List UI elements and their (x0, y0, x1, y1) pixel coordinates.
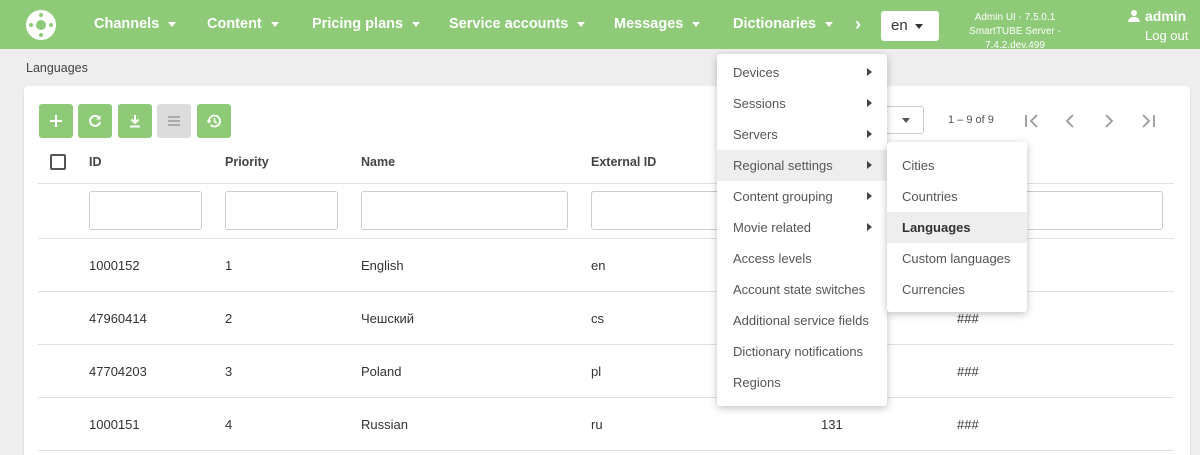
add-button[interactable] (39, 104, 73, 138)
nav-more-icon[interactable]: › (855, 0, 861, 49)
menu-item-devices[interactable]: Devices (717, 57, 887, 88)
app-logo-icon[interactable] (26, 10, 56, 40)
filter-external-id-input[interactable] (591, 191, 721, 230)
refresh-icon (89, 114, 101, 127)
select-all-checkbox[interactable] (50, 154, 66, 170)
version-info: Admin UI - 7.5.0.1 SmartTUBE Server - 7.… (950, 11, 1080, 53)
cell-id: 47704203 (89, 364, 147, 379)
chevron-down-icon (577, 21, 586, 27)
cell-id: 1000151 (89, 417, 140, 432)
last-page-icon (1142, 114, 1155, 128)
menu-item-account-state-switches[interactable]: Account state switches (717, 274, 887, 305)
filter-name-input[interactable] (361, 191, 568, 230)
cell-priority: 1 (225, 258, 233, 273)
last-page-button[interactable] (1138, 111, 1158, 131)
add-icon (50, 115, 62, 127)
submenu-item-cities[interactable]: Cities (887, 150, 1027, 181)
nav-pricing-plans[interactable]: Pricing plans (312, 0, 421, 49)
menu-item-dictionary-notifications[interactable]: Dictionary notifications (717, 336, 887, 367)
submenu-item-currencies[interactable]: Currencies (887, 274, 1027, 305)
submenu-item-countries[interactable]: Countries (887, 181, 1027, 212)
cell-hash: ### (957, 311, 979, 326)
nav-content[interactable]: Content (207, 0, 279, 49)
refresh-button[interactable] (78, 104, 112, 138)
columns-button[interactable] (157, 104, 191, 138)
cell-name: English (361, 258, 404, 273)
column-header-name[interactable]: Name (361, 155, 395, 169)
cell-priority: 4 (225, 417, 233, 432)
history-icon (206, 114, 221, 128)
cell-priority: 2 (225, 311, 233, 326)
submenu-item-custom-languages[interactable]: Custom languages (887, 243, 1027, 274)
cell-code: 131 (821, 417, 843, 432)
chevron-down-icon (914, 23, 923, 29)
chevron-right-icon (867, 223, 872, 231)
chevron-right-icon (867, 192, 872, 200)
cell-external-id: ru (591, 417, 603, 432)
download-icon (130, 115, 140, 128)
cell-name: Poland (361, 364, 402, 379)
version-server: SmartTUBE Server - 7.4.2.dev.499 (969, 26, 1061, 51)
menu-item-additional-service-fields[interactable]: Additional service fields (717, 305, 887, 336)
chevron-right-icon (867, 99, 872, 107)
cell-name: Russian (361, 417, 408, 432)
chevron-right-icon (1105, 114, 1114, 128)
nav-channels[interactable]: Channels (94, 0, 177, 49)
version-ui: Admin UI - 7.5.0.1 (974, 12, 1056, 23)
chevron-right-icon (867, 161, 872, 169)
nav-service-accounts[interactable]: Service accounts (449, 0, 586, 49)
cell-external-id: en (591, 258, 606, 273)
menu-item-sessions[interactable]: Sessions (717, 88, 887, 119)
cell-hash: ### (957, 417, 979, 432)
logout-link[interactable]: Log out (1145, 28, 1188, 43)
row-divider (38, 450, 1174, 451)
cell-priority: 3 (225, 364, 233, 379)
chevron-right-icon (867, 130, 872, 138)
column-header-priority[interactable]: Priority (225, 155, 269, 169)
page-size-select[interactable] (884, 106, 924, 134)
cell-name: Чешский (361, 311, 415, 326)
cell-external-id: pl (591, 364, 602, 379)
cell-hash: ### (957, 364, 979, 379)
prev-page-button[interactable] (1060, 111, 1080, 131)
columns-icon (168, 116, 180, 126)
filter-priority-input[interactable] (225, 191, 338, 230)
chevron-down-icon (168, 21, 177, 27)
chevron-down-icon (270, 21, 279, 27)
cell-id: 1000152 (89, 258, 140, 273)
chevron-down-icon (692, 21, 701, 27)
history-button[interactable] (197, 104, 231, 138)
download-button[interactable] (118, 104, 152, 138)
cell-external-id: cs (591, 311, 604, 326)
submenu-item-languages[interactable]: Languages (887, 212, 1027, 243)
first-page-icon (1025, 114, 1038, 128)
menu-item-regions[interactable]: Regions (717, 367, 887, 398)
column-header-id[interactable]: ID (89, 155, 102, 169)
chevron-left-icon (1065, 114, 1074, 128)
row-divider (38, 344, 1174, 345)
chevron-down-icon (825, 21, 833, 27)
chevron-right-icon (867, 68, 872, 76)
nav-messages[interactable]: Messages (614, 0, 701, 49)
menu-item-servers[interactable]: Servers (717, 119, 887, 150)
pager-range: 1 – 9 of 9 (948, 114, 994, 126)
menu-item-content-grouping[interactable]: Content grouping (717, 181, 887, 212)
menu-item-access-levels[interactable]: Access levels (717, 243, 887, 274)
menu-item-movie-related[interactable]: Movie related (717, 212, 887, 243)
breadcrumb: Languages (26, 61, 88, 75)
menu-item-regional-settings[interactable]: Regional settings (717, 150, 887, 181)
row-divider (38, 397, 1174, 398)
cell-id: 47960414 (89, 311, 147, 326)
nav-dictionaries[interactable]: Dictionaries (733, 0, 833, 49)
chevron-down-icon (902, 118, 910, 123)
chevron-down-icon (412, 21, 421, 27)
filter-extra-input[interactable] (1025, 191, 1163, 230)
first-page-button[interactable] (1022, 111, 1042, 131)
language-select[interactable]: en (881, 11, 939, 41)
user-menu[interactable]: admin (1128, 8, 1186, 24)
column-header-external-id[interactable]: External ID (591, 155, 656, 169)
user-icon (1128, 10, 1140, 22)
next-page-button[interactable] (1099, 111, 1119, 131)
filter-id-input[interactable] (89, 191, 202, 230)
